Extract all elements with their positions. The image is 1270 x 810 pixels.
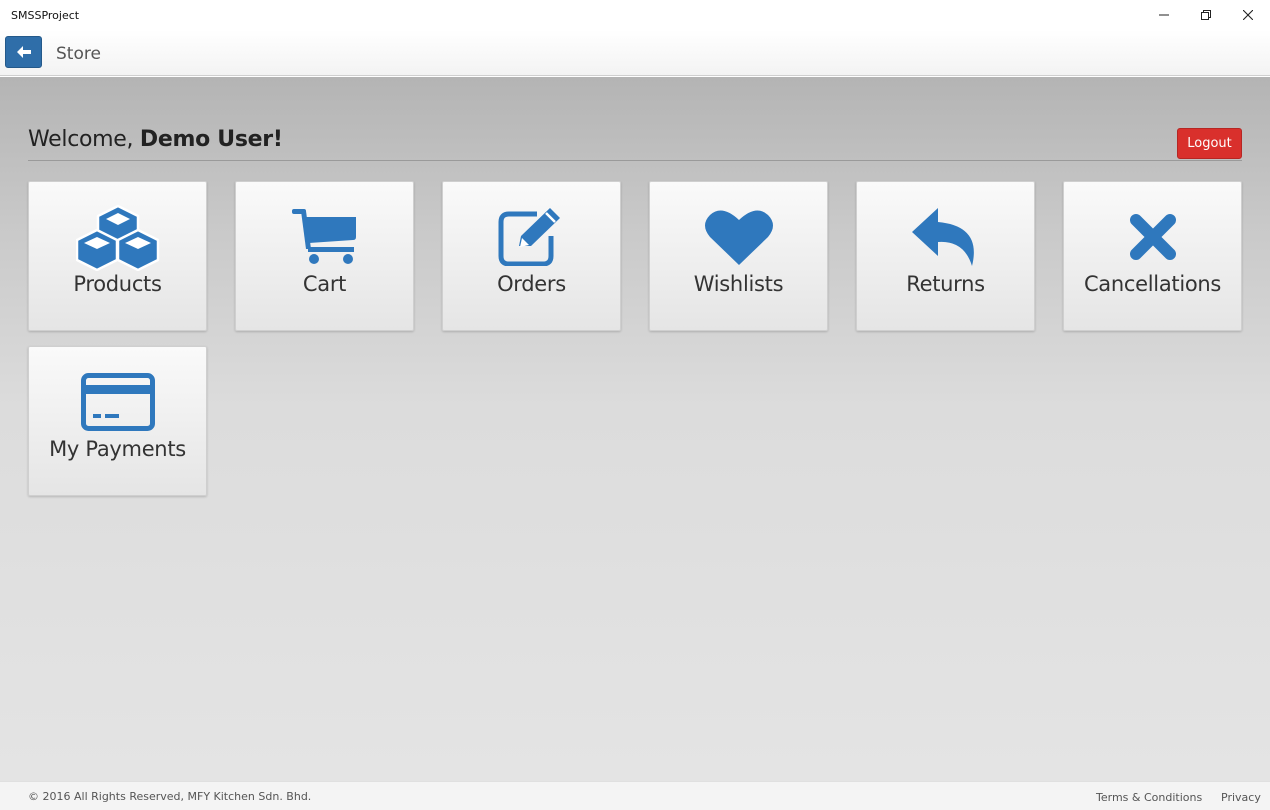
footer: © 2016 All Rights Reserved, MFY Kitchen … [0, 781, 1270, 810]
arrow-left-icon [16, 46, 31, 58]
tile-cart[interactable]: Cart [235, 181, 414, 331]
tile-my-payments[interactable]: My Payments [28, 346, 207, 496]
window-title: SMSSProject [11, 9, 80, 22]
tile-label: Products [73, 272, 162, 296]
restore-button[interactable] [1185, 0, 1227, 30]
heart-icon [704, 210, 773, 265]
cubes-icon [75, 204, 159, 271]
restore-icon [1201, 10, 1211, 20]
logout-button[interactable]: Logout [1177, 128, 1242, 159]
copyright-text: © 2016 All Rights Reserved, MFY Kitchen … [28, 790, 312, 803]
times-icon [1129, 214, 1176, 260]
tile-returns[interactable]: Returns [856, 181, 1035, 331]
privacy-link[interactable]: Privacy [1221, 791, 1261, 804]
tile-orders[interactable]: Orders [442, 181, 621, 331]
tile-wishlists[interactable]: Wishlists [649, 181, 828, 331]
tile-cancellations[interactable]: Cancellations [1063, 181, 1242, 331]
reply-icon [911, 208, 974, 266]
close-icon [1243, 10, 1253, 20]
edit-icon [498, 208, 560, 266]
welcome-message: Welcome, Demo User! [28, 127, 283, 152]
tile-label: Orders [497, 272, 566, 296]
terms-link[interactable]: Terms & Conditions [1096, 791, 1202, 804]
tile-label: Wishlists [693, 272, 784, 296]
minimize-button[interactable] [1143, 0, 1185, 30]
main-content: Welcome, Demo User! Logout Products Cart… [0, 77, 1270, 781]
window-titlebar: SMSSProject [0, 0, 1270, 30]
tile-products[interactable]: Products [28, 181, 207, 331]
credit-card-icon [80, 373, 155, 431]
tile-label: Returns [906, 272, 985, 296]
page-title: Store [56, 44, 101, 64]
welcome-prefix: Welcome, [28, 127, 140, 152]
close-button[interactable] [1227, 0, 1269, 30]
user-name: Demo User! [139, 127, 283, 152]
app-header: Store [0, 30, 1270, 76]
minimize-icon [1159, 14, 1169, 16]
back-button[interactable] [5, 36, 42, 68]
shopping-cart-icon [291, 209, 356, 264]
divider [28, 160, 1242, 161]
tile-label: My Payments [49, 437, 186, 461]
tile-label: Cancellations [1083, 272, 1222, 296]
tile-label: Cart [302, 272, 347, 296]
